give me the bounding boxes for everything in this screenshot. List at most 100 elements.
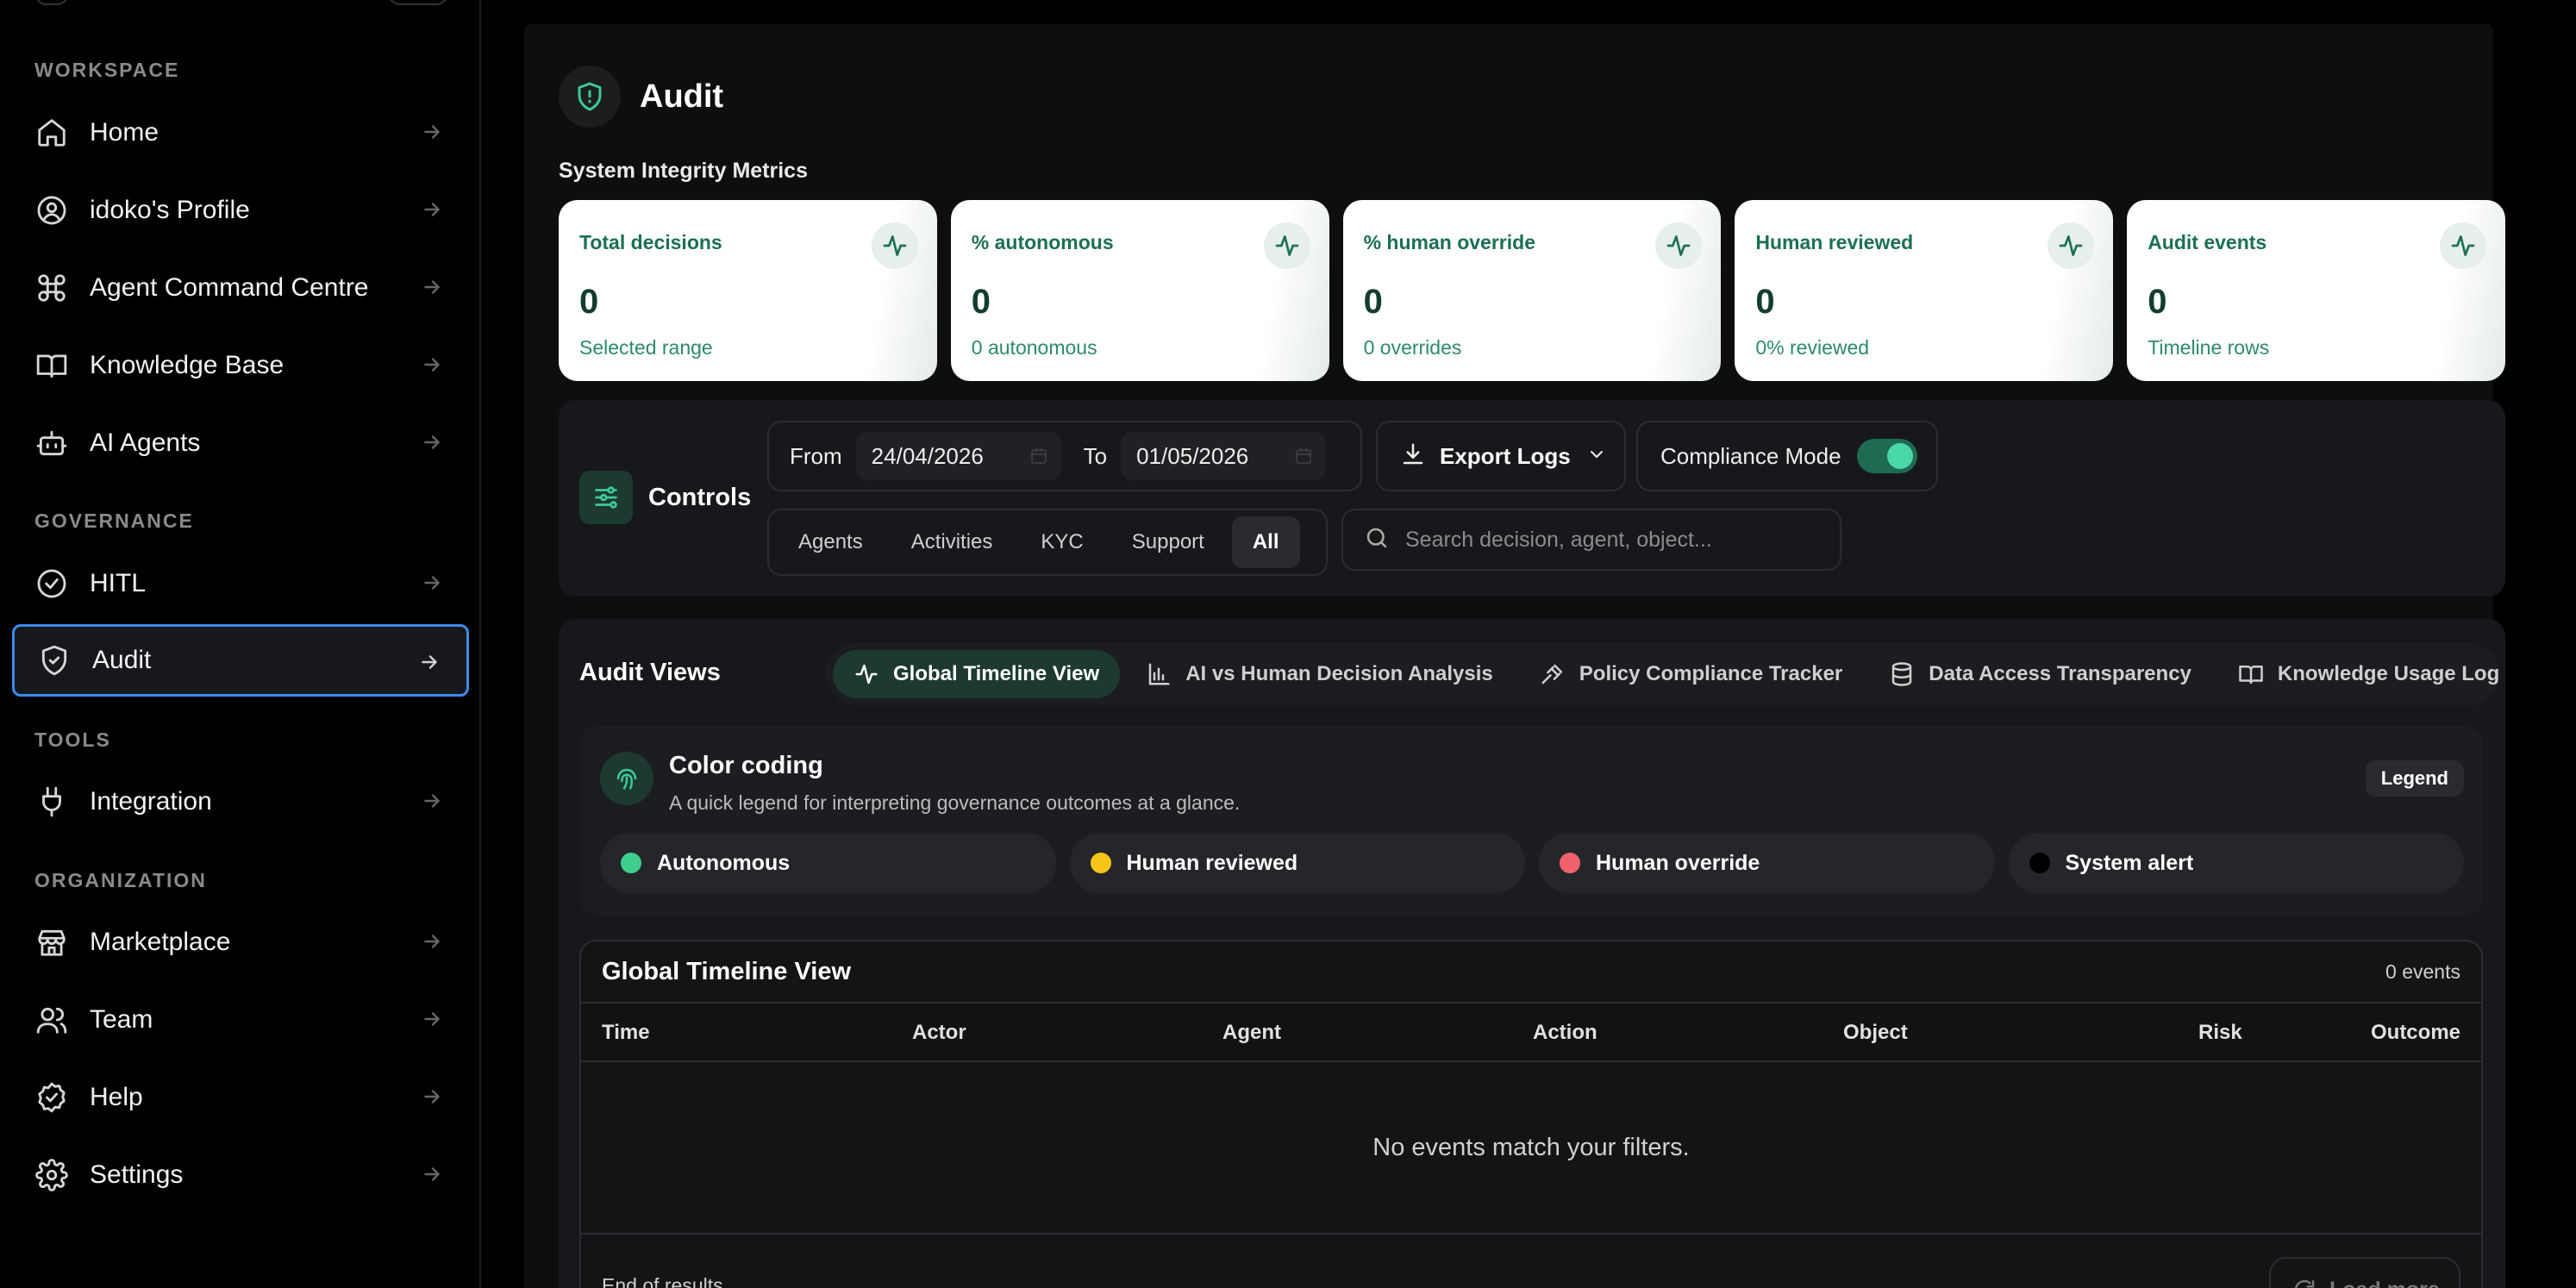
legend-item-label: Autonomous [657,850,791,875]
sidebar-item-home[interactable]: Home [12,97,469,169]
fingerprint-icon [600,752,653,805]
tab-label: Global Timeline View [893,662,1100,685]
sidebar-top-button[interactable] [388,0,448,5]
metric-label: % human override [1363,231,1535,253]
load-more-label: Load more [2329,1278,2440,1288]
sidebar-item-settings[interactable]: Settings [12,1139,469,1211]
legend-title: Color coding [669,752,823,779]
status-dot [621,853,641,873]
sidebar-item-label: HITL [90,569,147,597]
timeline-title: Global Timeline View [602,957,852,985]
arrow-right-icon [421,1085,443,1108]
from-date-value: 24/04/2026 [871,442,984,469]
gear-icon [34,1158,69,1192]
sidebar-item-agent-command-centre[interactable]: Agent Command Centre [12,252,469,324]
from-date-input[interactable]: 24/04/2026 [855,432,1061,480]
filter-agents[interactable]: Agents [778,516,884,568]
arrow-right-icon [418,651,441,673]
calendar-icon[interactable] [1029,446,1049,466]
sidebar-item-audit[interactable]: Audit [12,624,469,697]
legend-item-human-override: Human override [1539,833,1995,893]
metric-label: Human reviewed [1755,231,1914,253]
metric-value: 0 [971,283,991,321]
sidebar-item-label: Help [90,1083,143,1111]
section-tools: TOOLS [34,728,111,751]
calendar-icon[interactable] [1293,446,1314,466]
audit-views-tabs: Global Timeline View AI vs Human Decisio… [826,643,2500,705]
timeline-footer: End of results. Load more [581,1235,2481,1288]
tab-knowledge-usage[interactable]: Knowledge Usage Log [2217,650,2520,698]
to-date-input[interactable]: 01/05/2026 [1121,432,1327,480]
column-header-actor: Actor [912,1021,966,1044]
bot-icon [34,426,69,460]
legend-subtitle: A quick legend for interpreting governan… [669,791,1241,814]
activity-icon [1263,222,1310,269]
sidebar-item-integration[interactable]: Integration [12,766,469,838]
legend-items: Autonomous Human reviewed Human override… [600,833,2464,893]
shield-check-icon [37,643,72,678]
column-header-agent: Agent [1222,1021,1281,1044]
controls-title: Controls [648,483,752,511]
filter-all[interactable]: All [1231,516,1300,568]
activity-icon [2048,222,2095,269]
legend-item-autonomous: Autonomous [600,833,1056,893]
controls-header: Controls [579,471,751,524]
compliance-mode: Compliance Mode [1636,421,1938,491]
home-icon [34,116,69,150]
export-logs-button[interactable]: Export Logs [1376,421,1626,491]
sidebar-item-team[interactable]: Team [12,984,469,1056]
sidebar-item-profile[interactable]: idoko's Profile [12,174,469,247]
status-dot [2029,853,2050,873]
section-organization: ORGANIZATION [34,869,207,891]
book-open-icon [2239,666,2263,685]
load-more-button[interactable]: Load more [2269,1257,2460,1288]
shield-icon [559,66,621,128]
sidebar-item-label: Integration [90,787,212,816]
metrics-title: System Integrity Metrics [559,159,808,183]
sidebar-item-help[interactable]: Help [12,1061,469,1134]
category-filters: Agents Activities KYC Support All [767,509,1328,576]
sidebar-top-avatar[interactable] [34,0,69,5]
status-dot [1090,853,1111,873]
metric-sub: 0% reviewed [1755,336,1870,359]
sidebar-item-label: idoko's Profile [90,196,250,224]
section-governance: GOVERNANCE [34,510,194,532]
arrow-right-icon [421,572,443,594]
page-title: Audit [640,78,724,115]
filter-support[interactable]: Support [1111,516,1225,568]
legend-badge: Legend [2365,760,2464,797]
metric-value: 0 [1363,283,1383,321]
tab-global-timeline[interactable]: Global Timeline View [833,650,1121,698]
tab-data-access[interactable]: Data Access Transparency [1868,650,2212,698]
page-header: Audit [559,66,723,128]
command-icon [34,271,69,305]
metric-value: 0 [2148,283,2167,321]
column-header-outcome: Outcome [2370,1021,2460,1044]
database-icon [1892,662,1912,686]
column-header-risk: Risk [2198,1021,2242,1044]
sidebar-item-label: Settings [90,1160,184,1189]
column-header-time: Time [602,1021,650,1044]
tab-ai-vs-human[interactable]: AI vs Human Decision Analysis [1125,650,1514,698]
activity-icon [855,664,878,685]
tab-policy-compliance[interactable]: Policy Compliance Tracker [1519,650,1863,698]
legend-item-label: System alert [2065,850,2194,875]
arrow-right-icon [421,353,443,376]
audit-views-title: Audit Views [579,659,721,686]
metric-sub: Timeline rows [2148,336,2270,359]
timeline-count: 0 events [2385,960,2460,983]
sidebar-item-knowledge-base[interactable]: Knowledge Base [12,329,469,402]
sidebar-item-hitl[interactable]: HITL [12,547,469,620]
compliance-mode-toggle[interactable] [1856,439,1917,473]
filter-activities[interactable]: Activities [891,516,1014,568]
sidebar-item-marketplace[interactable]: Marketplace [12,906,469,979]
to-label: To [1083,442,1108,469]
sidebar-item-ai-agents[interactable]: AI Agents [12,407,469,479]
toggle-knob [1886,443,1913,469]
search-input[interactable] [1405,527,1819,553]
metric-value: 0 [579,283,599,321]
activity-icon [2439,222,2486,269]
filter-kyc[interactable]: KYC [1020,516,1104,568]
badge-check-icon [34,1080,69,1115]
arrow-right-icon [421,1163,443,1185]
